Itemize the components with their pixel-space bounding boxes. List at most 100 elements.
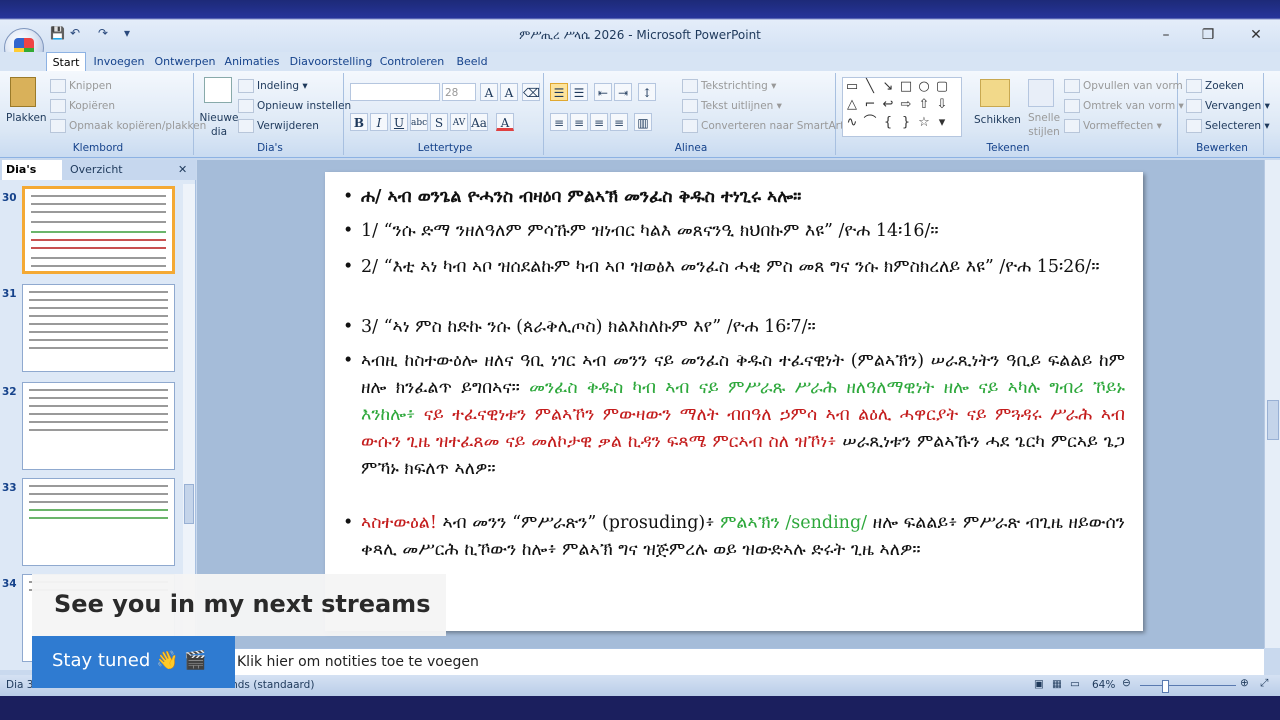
- slideshow-view-icon[interactable]: ▭: [1070, 678, 1080, 690]
- shapes-gallery[interactable]: ▭ ╲ ↘ □ ○ ▢ △ ⌐ ↩ ⇨ ⇧ ⇩ ∿ ⌒ { } ☆ ▾: [842, 77, 962, 137]
- undo-icon[interactable]: ↶: [70, 26, 80, 46]
- redo-icon[interactable]: ↷: [98, 26, 108, 46]
- notes-pane[interactable]: Klik hier om notities toe te voegen: [197, 648, 1264, 675]
- star-shape-icon[interactable]: ☆: [915, 114, 933, 132]
- slide-thumbnail[interactable]: [22, 284, 175, 372]
- shrink-font-button[interactable]: A: [500, 83, 518, 101]
- quick-styles-button[interactable]: Snelle stijlen: [1024, 111, 1064, 139]
- down-arrow-shape-icon[interactable]: ⇩: [933, 96, 951, 114]
- close-pane-icon[interactable]: ✕: [178, 160, 192, 180]
- editor-scroll-thumb[interactable]: [1267, 400, 1279, 440]
- minimize-button[interactable]: –: [1146, 24, 1186, 46]
- tab-review[interactable]: Controleren: [378, 52, 446, 72]
- new-slide-button[interactable]: Nieuwe dia: [198, 111, 240, 139]
- bullet-2[interactable]: 1/ “ንሱ ድማ ንዘለዓለም ምሳኹም ዝነብር ካልእ መጸናንዒ ክህበ…: [343, 218, 1125, 245]
- align-left-button[interactable]: ≡: [550, 113, 568, 131]
- format-painter-button[interactable]: Opmaak kopiëren/plakken: [50, 119, 206, 133]
- up-arrow-shape-icon[interactable]: ⇧: [915, 96, 933, 114]
- slide-thumbnail[interactable]: [22, 382, 175, 470]
- customize-qat-icon[interactable]: ▾: [124, 26, 130, 46]
- font-name-input[interactable]: [350, 83, 440, 101]
- smartart-button[interactable]: Converteren naar SmartArt ▾: [682, 119, 853, 133]
- tab-view[interactable]: Beeld: [452, 52, 492, 72]
- editor-scrollbar[interactable]: [1264, 160, 1280, 648]
- curved-shape-icon[interactable]: ↩: [879, 96, 897, 114]
- case-button[interactable]: Aa: [470, 113, 488, 131]
- zoom-slider[interactable]: [1140, 685, 1236, 686]
- spacing-button[interactable]: AV: [450, 113, 468, 131]
- tab-animations[interactable]: Animaties: [222, 52, 282, 72]
- shape-outline-button[interactable]: Omtrek van vorm ▾: [1064, 99, 1184, 113]
- underline-button[interactable]: U: [390, 113, 408, 131]
- font-color-button[interactable]: A: [496, 113, 514, 131]
- delete-slide-button[interactable]: Verwijderen: [238, 119, 319, 133]
- shape-fill-button[interactable]: Opvullen van vorm ▾: [1064, 79, 1191, 93]
- tab-start[interactable]: Start: [46, 52, 86, 72]
- tab-slides[interactable]: Dia's: [2, 160, 62, 180]
- shape-effects-button[interactable]: Vormeffecten ▾: [1064, 119, 1162, 133]
- curve-shape-icon[interactable]: ∿: [843, 114, 861, 132]
- strike-button[interactable]: abc: [410, 113, 428, 131]
- arrange-button[interactable]: Schikken: [974, 113, 1021, 127]
- oval-shape-icon[interactable]: ○: [915, 78, 933, 96]
- sorter-view-icon[interactable]: ▦: [1052, 678, 1062, 690]
- slide-thumbnail[interactable]: [22, 478, 175, 566]
- shadow-button[interactable]: S: [430, 113, 448, 131]
- align-text-button[interactable]: Tekst uitlijnen ▾: [682, 99, 782, 113]
- align-center-button[interactable]: ≡: [570, 113, 588, 131]
- normal-view-icon[interactable]: ▣: [1034, 678, 1044, 690]
- line-spacing-button[interactable]: ↕: [638, 83, 656, 101]
- find-button[interactable]: Zoeken: [1186, 79, 1244, 93]
- slide-thumbnail[interactable]: [22, 186, 175, 274]
- pane-scroll-thumb[interactable]: [184, 484, 194, 524]
- triangle-shape-icon[interactable]: △: [843, 96, 861, 114]
- textbox-shape-icon[interactable]: ▭: [843, 78, 861, 96]
- bold-button[interactable]: B: [350, 113, 368, 131]
- rounded-rect-shape-icon[interactable]: ▢: [933, 78, 951, 96]
- gallery-more-icon[interactable]: ▾: [933, 114, 951, 132]
- cut-button[interactable]: Knippen: [50, 79, 112, 93]
- clear-format-button[interactable]: ⌫: [522, 83, 540, 101]
- reset-button[interactable]: Opnieuw instellen: [238, 99, 351, 113]
- bullet-4[interactable]: 3/ “ኣነ ምስ ከድኩ ንሱ (ጰራቅሊጦስ) ክልእከለኩም እየ” /ዮ…: [343, 314, 1125, 341]
- paste-button[interactable]: Plakken: [6, 111, 47, 125]
- numbering-button[interactable]: ☰: [570, 83, 588, 101]
- rectangle-shape-icon[interactable]: □: [897, 78, 915, 96]
- fit-to-window-icon[interactable]: ⤢: [1260, 677, 1268, 690]
- line-shape-icon[interactable]: ╲: [861, 78, 879, 96]
- tab-slideshow[interactable]: Diavoorstelling: [288, 52, 374, 72]
- tab-insert[interactable]: Invoegen: [90, 52, 148, 72]
- elbow-shape-icon[interactable]: ⌐: [861, 96, 879, 114]
- zoom-level[interactable]: 64%: [1092, 679, 1115, 691]
- close-button[interactable]: ✕: [1236, 24, 1276, 46]
- bullets-button[interactable]: ☰: [550, 83, 568, 101]
- right-arrow-shape-icon[interactable]: ⇨: [897, 96, 915, 114]
- arrow-line-shape-icon[interactable]: ↘: [879, 78, 897, 96]
- align-right-button[interactable]: ≡: [590, 113, 608, 131]
- bullet-6[interactable]: ኣስተውዕል! ኣብ መንን “ምሥራጽን” (prosuding)፥ ምልኣኽ…: [343, 510, 1125, 564]
- layout-button[interactable]: Indeling ▾: [238, 79, 308, 93]
- select-button[interactable]: Selecteren ▾: [1186, 119, 1270, 133]
- bullet-1[interactable]: ሐ/ ኣብ ወንጌል ዮሓንስ ብዛዕባ ምልኣኽ መንፈስ ቅዱስ ተነጊሩ …: [343, 184, 1125, 211]
- text-direction-button[interactable]: Tekstrichting ▾: [682, 79, 776, 93]
- columns-button[interactable]: ▥: [634, 113, 652, 131]
- replace-button[interactable]: Vervangen ▾: [1186, 99, 1270, 113]
- tab-design[interactable]: Ontwerpen: [152, 52, 218, 72]
- arc-shape-icon[interactable]: ⌒: [861, 114, 879, 132]
- increase-indent-button[interactable]: ⇥: [614, 83, 632, 101]
- brace-open-shape-icon[interactable]: {: [879, 114, 897, 132]
- save-icon[interactable]: 💾: [50, 26, 65, 46]
- justify-button[interactable]: ≡: [610, 113, 628, 131]
- decrease-indent-button[interactable]: ⇤: [594, 83, 612, 101]
- bullet-3[interactable]: 2/ “እቲ ኣነ ካብ ኣቦ ዝሰደልኩም ካብ ኣቦ ዝወፅእ መንፈስ ሓ…: [343, 254, 1125, 281]
- slide-canvas[interactable]: ሐ/ ኣብ ወንጌል ዮሓንስ ብዛዕባ ምልኣኽ መንፈስ ቅዱስ ተነጊሩ …: [325, 172, 1143, 631]
- brace-close-shape-icon[interactable]: }: [897, 114, 915, 132]
- zoom-slider-thumb[interactable]: [1162, 680, 1169, 693]
- italic-button[interactable]: I: [370, 113, 388, 131]
- bullet-5[interactable]: ኣብዚ ከስተውዕሎ ዘለና ዓቢ ነገር ኣብ መንን ናይ መንፈስ ቅዱስ…: [343, 348, 1125, 483]
- copy-button[interactable]: Kopiëren: [50, 99, 115, 113]
- grow-font-button[interactable]: A: [480, 83, 498, 101]
- zoom-in-icon[interactable]: ⊕: [1240, 677, 1249, 689]
- zoom-out-icon[interactable]: ⊖: [1122, 677, 1131, 689]
- restore-button[interactable]: ❐: [1188, 24, 1228, 46]
